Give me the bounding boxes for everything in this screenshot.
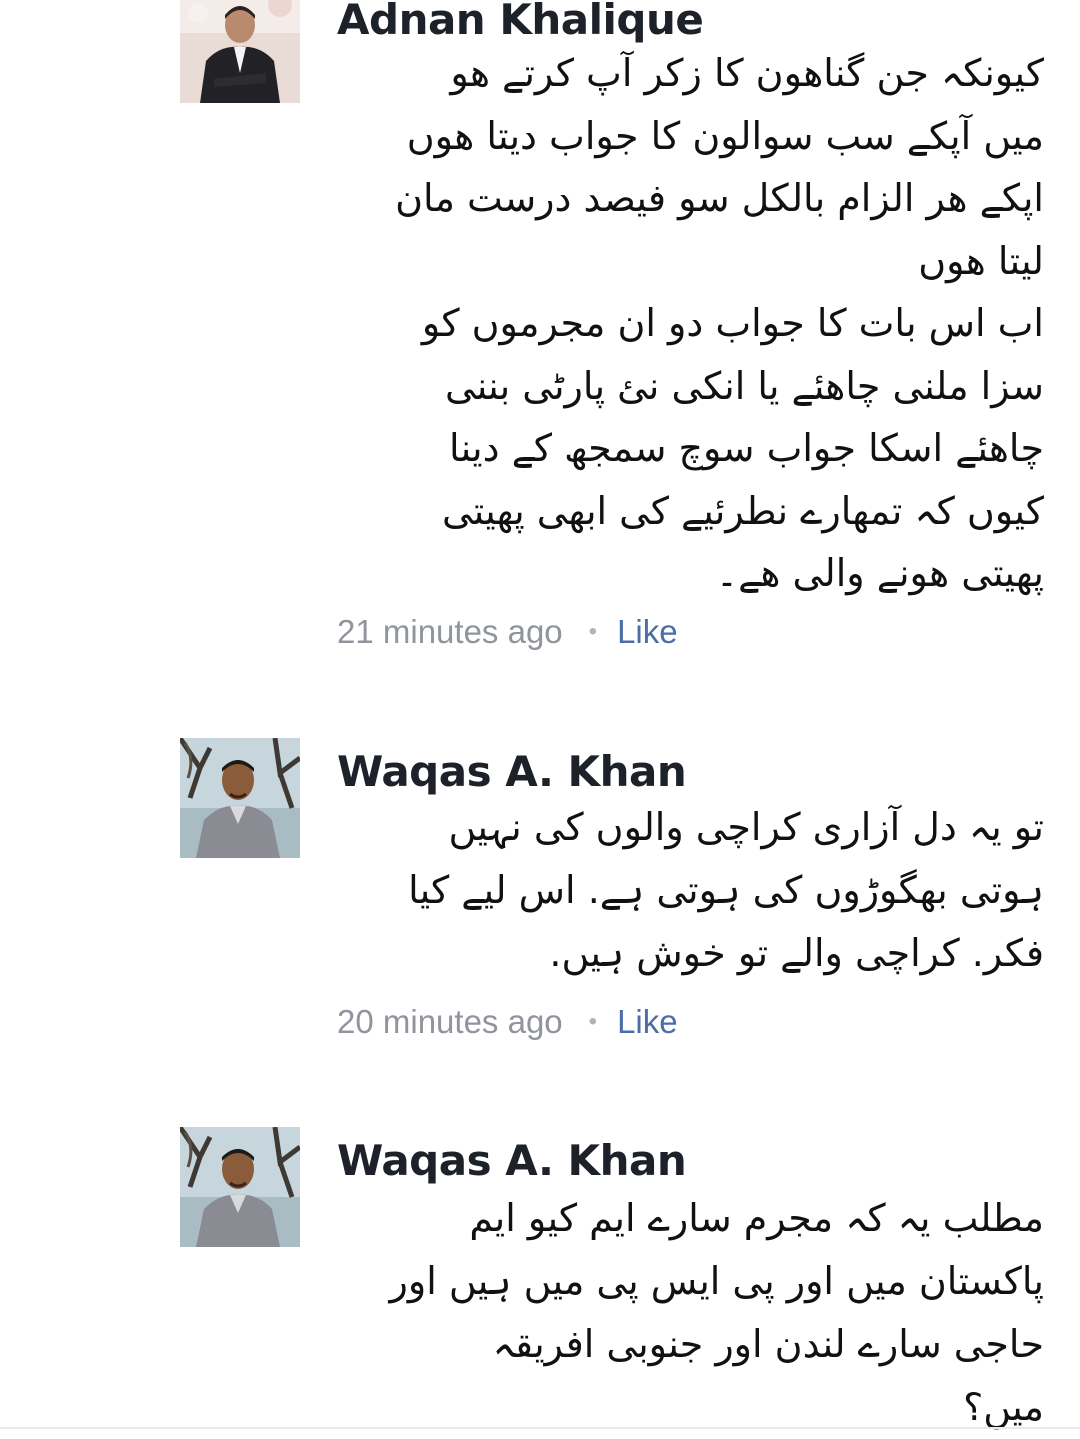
comment-author[interactable]: Waqas A. Khan xyxy=(337,1135,687,1187)
separator-dot: • xyxy=(588,1008,598,1035)
divider xyxy=(0,1427,1080,1429)
profile-photo-icon xyxy=(180,1127,300,1247)
comment-timestamp: 20 minutes ago xyxy=(337,1003,563,1040)
comment-text: مطلب یہ کہ مجرم سارے ایم کیو ایم پاکستان… xyxy=(389,1196,1044,1429)
comment-item: Waqas A. Khan مطلب یہ کہ مجرم سارے ایم ک… xyxy=(0,1119,1080,1437)
avatar[interactable] xyxy=(180,0,300,103)
comment-text: تو یہ دل آزاری کراچی والوں کی نہیں ہوتی … xyxy=(408,805,1044,975)
comment-text: کیونکہ جن گناھون کا زکر آپ کرتے ھو میں آ… xyxy=(395,51,1044,595)
comment-item: Waqas A. Khan تو یہ دل آزاری کراچی والوں… xyxy=(0,730,1080,1060)
comment-author[interactable]: Adnan Khalique xyxy=(337,0,704,46)
comment-timestamp: 21 minutes ago xyxy=(337,613,563,650)
avatar[interactable] xyxy=(180,738,300,858)
comment-author[interactable]: Waqas A. Khan xyxy=(337,746,687,798)
like-button[interactable]: Like xyxy=(617,1003,678,1040)
separator-dot: • xyxy=(588,618,598,645)
comment-meta: 21 minutes ago • Like xyxy=(337,612,678,652)
comment-meta: 20 minutes ago • Like xyxy=(337,1002,678,1042)
profile-photo-icon xyxy=(180,738,300,858)
profile-photo-icon xyxy=(180,0,300,103)
like-button[interactable]: Like xyxy=(617,613,678,650)
comment-item: Adnan Khalique کیونکہ جن گناھون کا زکر آ… xyxy=(0,0,1080,680)
avatar[interactable] xyxy=(180,1127,300,1247)
